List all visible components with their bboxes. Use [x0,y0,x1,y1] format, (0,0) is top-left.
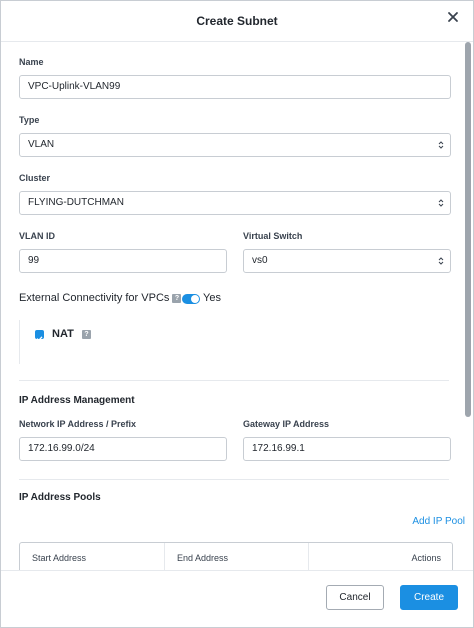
external-connectivity-row: External Connectivity for VPCs ? [19,292,182,304]
network-ip-input[interactable]: 172.16.99.0/24 [19,437,227,461]
nat-checkbox[interactable] [35,330,44,342]
create-button[interactable]: Create [400,585,458,610]
ip-pools-table: Start Address End Address Actions [19,542,453,571]
vlan-id-input[interactable]: 99 [19,249,227,273]
dialog-footer: Cancel Create [1,570,473,627]
nat-options-panel: NAT ? [19,320,452,364]
close-icon-glyph [448,12,458,22]
cancel-button[interactable]: Cancel [326,585,384,610]
type-label: Type [19,115,40,125]
ip-pools-title: IP Address Pools [19,492,101,503]
external-connectivity-toggle-label: Yes [203,292,221,304]
gateway-ip-input[interactable]: 172.16.99.1 [243,437,451,461]
select-caret-icon [438,141,444,149]
cluster-select[interactable]: FLYING-DUTCHMAN [19,191,451,215]
external-connectivity-label: External Connectivity for VPCs [19,292,170,304]
ip-management-title: IP Address Management [19,395,135,406]
scrollbar-thumb[interactable] [465,42,471,417]
cluster-select-value: FLYING-DUTCHMAN [28,197,124,208]
select-caret-icon [438,199,444,207]
scrollbar[interactable] [465,42,472,571]
create-subnet-dialog: Create Subnet Name VPC-Uplink-VLAN99 Typ… [0,0,474,628]
cluster-label: Cluster [19,173,51,183]
column-header-start-address: Start Address [32,553,87,563]
column-header-actions: Actions [308,543,441,571]
toggle-knob [191,295,199,303]
external-connectivity-toggle[interactable] [182,294,200,304]
network-ip-label: Network IP Address / Prefix [19,419,137,429]
type-select[interactable]: VLAN [19,133,451,157]
dialog-header: Create Subnet [1,1,473,42]
virtual-switch-select[interactable]: vs0 [243,249,451,273]
virtual-switch-value: vs0 [252,255,268,266]
select-caret-icon [438,257,444,265]
checkmark-icon [36,336,43,342]
dialog-title: Create Subnet [196,14,278,28]
add-ip-pool-link[interactable]: Add IP Pool [412,516,465,527]
help-icon[interactable]: ? [172,293,182,303]
help-icon[interactable]: ? [82,330,91,339]
gateway-ip-label: Gateway IP Address [243,419,330,429]
divider [19,479,449,480]
virtual-switch-label: Virtual Switch [243,231,303,241]
close-icon[interactable] [447,11,459,27]
column-header-end-address: End Address [164,543,307,571]
vlan-id-label: VLAN ID [19,231,55,241]
divider [19,380,449,381]
name-label: Name [19,57,44,67]
nat-label: NAT [52,328,74,340]
dialog-body: Name VPC-Uplink-VLAN99 Type VLAN Cluster… [1,42,465,571]
name-input[interactable]: VPC-Uplink-VLAN99 [19,75,451,99]
type-select-value: VLAN [28,139,55,150]
